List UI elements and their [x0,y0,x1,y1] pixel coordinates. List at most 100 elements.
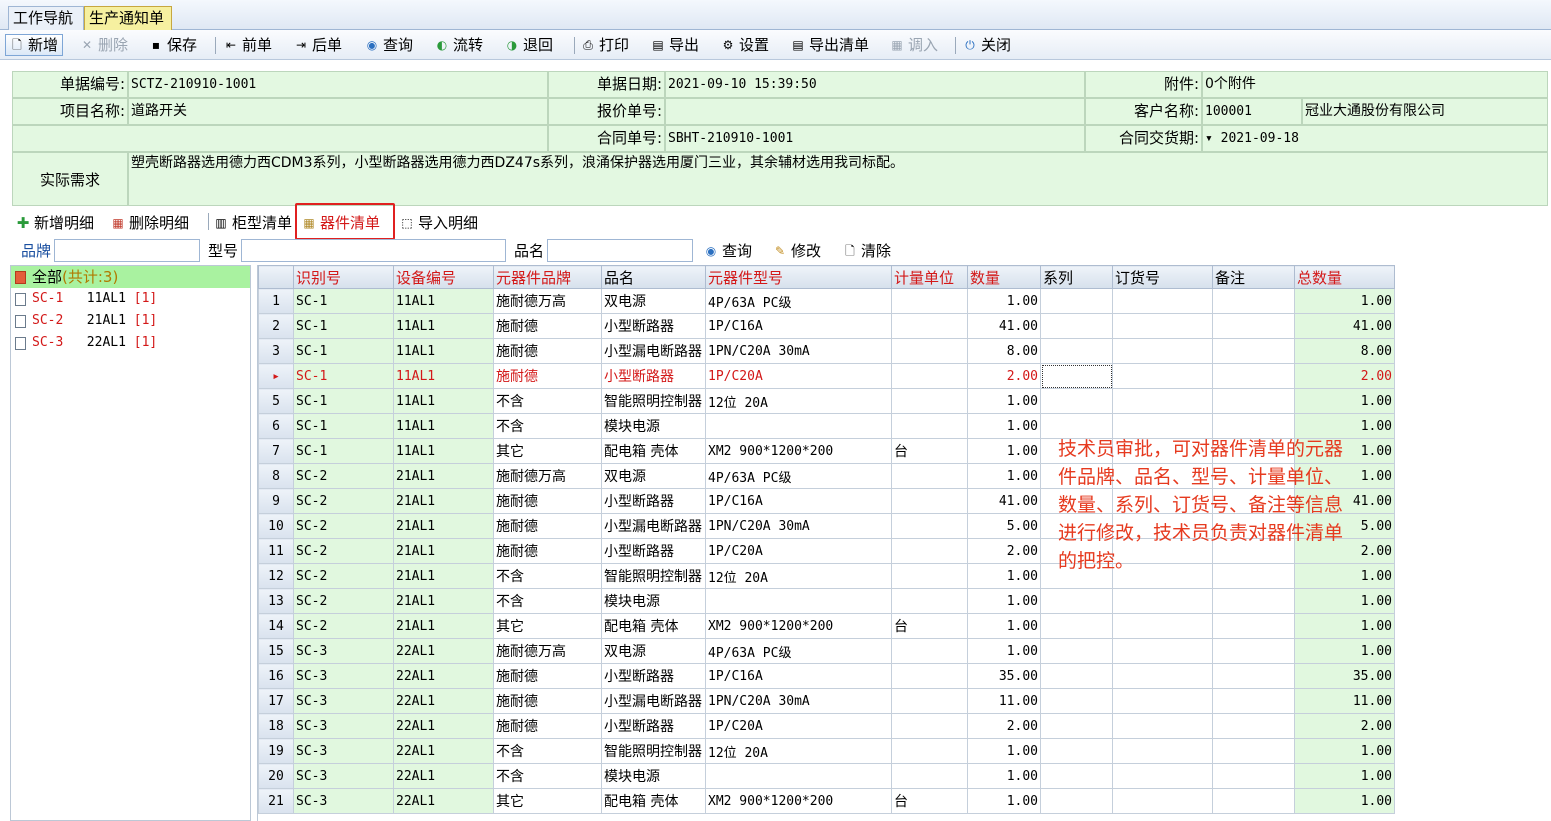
column-header[interactable]: 备注 [1212,265,1295,289]
table-cell[interactable] [1212,663,1295,689]
table-cell[interactable]: 配电箱 壳体 [601,788,706,814]
table-row[interactable]: 17 SC-3 22AL1 施耐德 小型漏电断路器 1PN/C20A 30mA 11.00 1… [258,688,1395,714]
table-row[interactable]: 18 SC-3 22AL1 施耐德 小型断路器 1P/C20A 2.00 2.00 [258,713,1395,739]
table-cell[interactable] [1212,763,1295,789]
table-cell[interactable]: 智能照明控制器 [601,388,706,414]
table-cell[interactable]: 小型断路器 [601,363,706,389]
save-button[interactable]: ▪ 保存 [149,34,197,56]
table-cell[interactable] [1040,713,1113,739]
table-cell[interactable] [1040,313,1113,339]
table-cell[interactable] [891,338,968,364]
close-button[interactable]: ⏻ 关闭 [963,34,1011,56]
table-cell[interactable]: SC-3 [293,763,394,789]
next-button[interactable]: ⇥ 后单 [294,34,342,56]
table-cell[interactable]: SC-1 [293,413,394,439]
table-cell[interactable] [891,388,968,414]
table-cell[interactable]: 2.00 [1294,363,1395,389]
table-cell[interactable]: 1.00 [1294,613,1395,639]
table-cell[interactable]: 1PN/C20A 30mA [705,688,892,714]
table-cell[interactable]: 台 [891,438,968,464]
table-cell[interactable]: 22AL1 [393,738,494,764]
table-cell[interactable]: SC-1 [293,313,394,339]
table-cell[interactable]: 8.00 [967,338,1041,364]
table-cell[interactable]: 1P/C20A [705,363,892,389]
tab-work-navigation[interactable]: 工作导航 [8,6,84,30]
add-detail-button[interactable]: ✚ 新增明细 [16,212,94,234]
table-cell[interactable]: SC-1 [293,363,394,389]
table-cell[interactable]: 1P/C20A [705,538,892,564]
table-cell[interactable] [1112,788,1213,814]
table-cell[interactable]: 1P/C16A [705,313,892,339]
table-cell[interactable]: 小型漏电断路器 [601,338,706,364]
table-cell[interactable]: 21AL1 [393,613,494,639]
table-cell[interactable]: 1.00 [967,563,1041,589]
column-header[interactable]: 识别号 [293,265,394,289]
remove-detail-button[interactable]: ▦ 删除明细 [111,212,189,234]
table-row[interactable]: 3 SC-1 11AL1 施耐德 小型漏电断路器 1PN/C20A 30mA 8.00 8.0… [258,338,1395,364]
table-cell[interactable]: 2.00 [967,713,1041,739]
table-cell[interactable]: 8.00 [1294,338,1395,364]
table-cell[interactable] [1040,588,1113,614]
table-cell[interactable]: 施耐德 [493,313,602,339]
table-cell[interactable]: 其它 [493,438,602,464]
table-cell[interactable] [891,488,968,514]
table-cell[interactable]: 不含 [493,388,602,414]
table-cell[interactable]: SC-3 [293,688,394,714]
table-row[interactable]: ▸ SC-1 11AL1 施耐德 小型断路器 1P/C20A 2.00 2.00 [258,363,1395,389]
delete-button[interactable]: ✕ 删除 [80,34,128,56]
table-row[interactable]: 20 SC-3 22AL1 不含 模块电源 1.00 1.00 [258,763,1395,789]
table-cell[interactable] [891,763,968,789]
table-cell[interactable]: 21AL1 [393,463,494,489]
table-cell[interactable]: 施耐德 [493,688,602,714]
table-cell[interactable]: 双电源 [601,463,706,489]
import-button[interactable]: ▦ 调入 [890,34,938,56]
table-cell[interactable] [1212,613,1295,639]
table-cell[interactable] [1040,363,1113,389]
table-cell[interactable] [1040,638,1113,664]
table-cell[interactable]: 1.00 [967,738,1041,764]
delivery-date-picker[interactable]: ▾ 2021-09-18 [1202,125,1548,152]
table-cell[interactable] [1040,738,1113,764]
doc-date-field[interactable]: 2021-09-10 15:39:50 [665,71,1085,98]
table-cell[interactable]: 2.00 [967,538,1041,564]
table-cell[interactable] [1112,688,1213,714]
table-cell[interactable] [1112,763,1213,789]
export-button[interactable]: ▤ 导出 [651,34,699,56]
table-cell[interactable]: 41.00 [967,313,1041,339]
table-cell[interactable] [1040,688,1113,714]
table-cell[interactable]: 21AL1 [393,588,494,614]
table-cell[interactable]: 5.00 [967,513,1041,539]
table-cell[interactable]: 1.00 [1294,288,1395,314]
table-cell[interactable]: 11AL1 [393,288,494,314]
table-cell[interactable]: 配电箱 壳体 [601,613,706,639]
project-field[interactable]: 道路开关 [128,98,548,125]
table-cell[interactable]: 12位 20A [705,738,892,764]
tree-item[interactable]: SC-2 21AL1 [1] [11,310,250,332]
table-row[interactable]: 21 SC-3 22AL1 其它 配电箱 壳体 XM2 900*1200*200 台 1.00… [258,788,1395,814]
table-cell[interactable]: SC-2 [293,563,394,589]
table-cell[interactable]: 双电源 [601,638,706,664]
table-cell[interactable] [1212,313,1295,339]
table-cell[interactable]: 施耐德 [493,488,602,514]
table-cell[interactable]: 施耐德 [493,538,602,564]
table-cell[interactable] [891,313,968,339]
table-cell[interactable]: 41.00 [967,488,1041,514]
filter-clear-button[interactable]: 🗋 清除 [843,240,891,262]
table-cell[interactable] [891,538,968,564]
import-detail-button[interactable]: ⬚ 导入明细 [400,212,478,234]
attach-field[interactable]: 0个附件 [1202,71,1548,98]
table-cell[interactable]: 1.00 [967,613,1041,639]
table-cell[interactable]: 11AL1 [393,438,494,464]
demand-textarea[interactable]: 塑壳断路器选用德力西CDM3系列，小型断路器选用德力西DZ47s系列，浪涌保护器… [128,152,1548,206]
table-cell[interactable]: SC-2 [293,488,394,514]
quote-field[interactable] [665,98,1085,125]
table-cell[interactable]: 模块电源 [601,413,706,439]
table-cell[interactable] [1212,363,1295,389]
print-button[interactable]: ⎙ 打印 [581,34,629,56]
table-cell[interactable]: 1.00 [967,288,1041,314]
table-cell[interactable]: 4P/63A PC级 [705,638,892,664]
tree-item[interactable]: SC-1 11AL1 [1] [11,288,250,310]
table-cell[interactable]: 4P/63A PC级 [705,463,892,489]
table-cell[interactable] [1112,338,1213,364]
table-cell[interactable]: 22AL1 [393,713,494,739]
